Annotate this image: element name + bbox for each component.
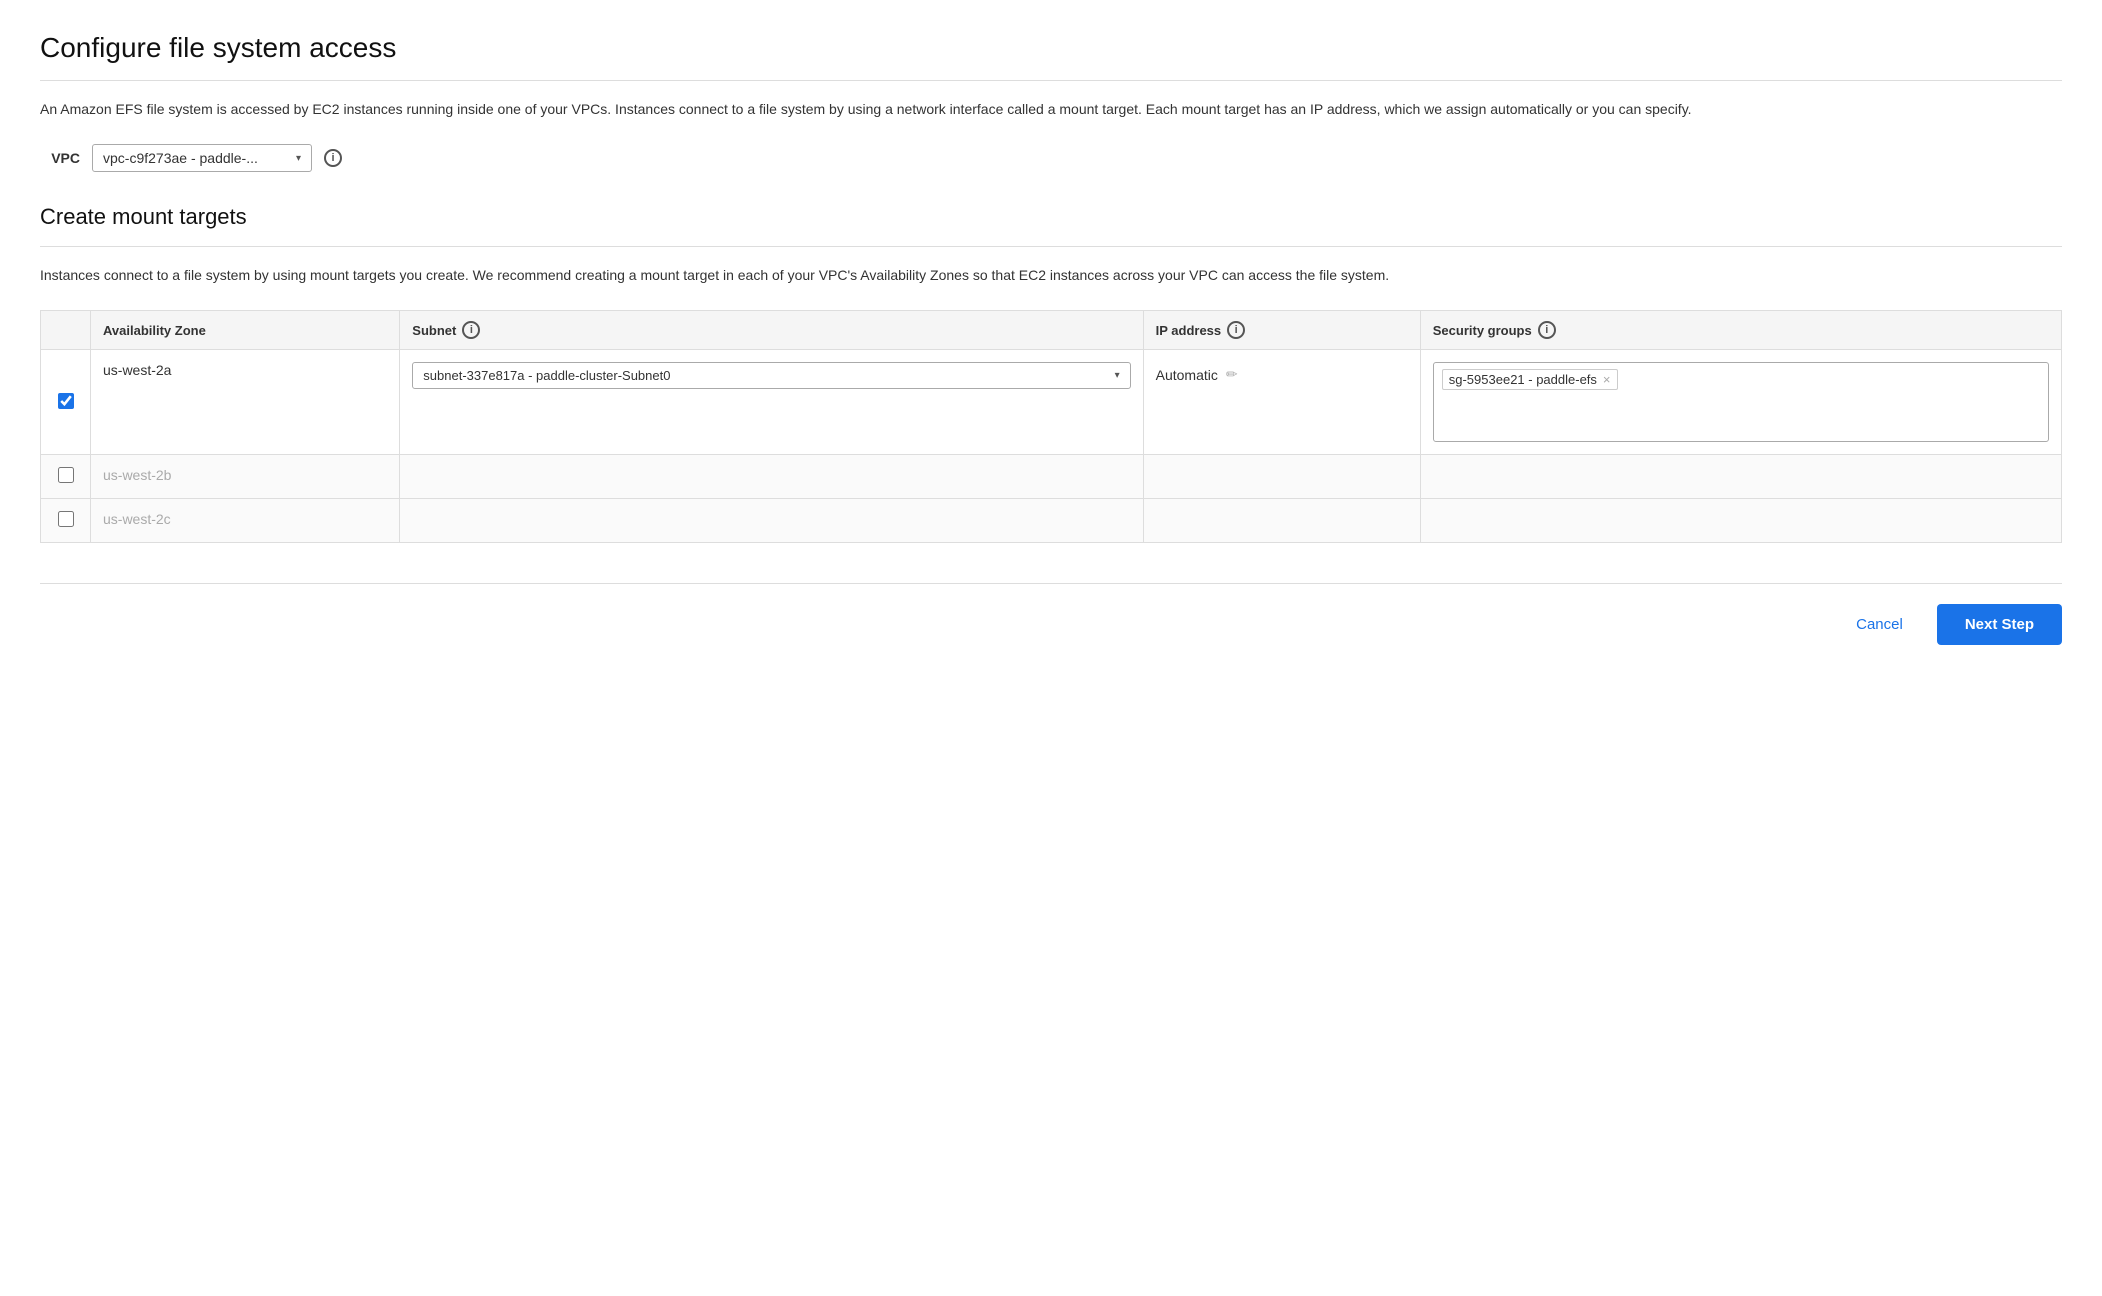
row1-az-value: us-west-2a [103,362,171,378]
row3-checkbox-cell [41,499,91,543]
row2-checkbox-cell [41,455,91,499]
row1-subnet-arrow-icon: ▾ [1115,370,1120,381]
section-description: Instances connect to a file system by us… [40,265,2062,286]
row1-ip-cell: Automatic ✏ [1143,350,1420,455]
row1-checkbox-cell [41,350,91,455]
row1-subnet-select[interactable]: subnet-337e817a - paddle-cluster-Subnet0… [412,362,1130,389]
mount-targets-table: Availability Zone Subnet i IP address i … [40,310,2062,543]
row1-subnet-cell: subnet-337e817a - paddle-cluster-Subnet0… [400,350,1143,455]
row3-sg-cell [1420,499,2061,543]
row1-az-cell: us-west-2a [91,350,400,455]
row2-az-value: us-west-2b [103,467,171,483]
row1-ip-edit-icon[interactable]: ✏ [1226,366,1238,383]
cancel-button[interactable]: Cancel [1838,606,1921,643]
col-header-az: Availability Zone [91,311,400,350]
vpc-select[interactable]: vpc-c9f273ae - paddle-... ▾ [92,144,312,172]
col-header-sg: Security groups i [1420,311,2061,350]
row3-checkbox[interactable] [58,511,74,527]
row1-checkbox[interactable] [58,393,74,409]
table-row: us-west-2a subnet-337e817a - paddle-clus… [41,350,2062,455]
page-title: Configure file system access [40,32,2062,64]
table-row: us-west-2b [41,455,2062,499]
next-step-button[interactable]: Next Step [1937,604,2062,645]
row2-az-cell: us-west-2b [91,455,400,499]
row1-sg-remove-icon[interactable]: × [1603,372,1611,387]
section-divider [40,246,2062,247]
row3-ip-cell [1143,499,1420,543]
page-description: An Amazon EFS file system is accessed by… [40,99,2062,120]
vpc-select-value: vpc-c9f273ae - paddle-... [103,150,258,166]
row3-subnet-cell [400,499,1143,543]
col-header-subnet: Subnet i [400,311,1143,350]
row1-sg-cell: sg-5953ee21 - paddle-efs × [1420,350,2061,455]
ip-info-icon[interactable]: i [1227,321,1245,339]
vpc-label: VPC [40,150,80,166]
vpc-row: VPC vpc-c9f273ae - paddle-... ▾ i [40,144,2062,172]
subnet-info-icon[interactable]: i [462,321,480,339]
row2-subnet-cell [400,455,1143,499]
row1-subnet-value: subnet-337e817a - paddle-cluster-Subnet0 [423,368,670,383]
row1-sg-tag: sg-5953ee21 - paddle-efs × [1442,369,1618,390]
row2-sg-cell [1420,455,2061,499]
col-header-ip: IP address i [1143,311,1420,350]
title-divider [40,80,2062,81]
row3-az-value: us-west-2c [103,511,171,527]
row1-ip-value: Automatic [1156,367,1218,383]
vpc-dropdown-arrow-icon: ▾ [296,153,301,164]
row1-sg-box[interactable]: sg-5953ee21 - paddle-efs × [1433,362,2049,442]
vpc-info-icon[interactable]: i [324,149,342,167]
row1-sg-value: sg-5953ee21 - paddle-efs [1449,372,1597,387]
section-title: Create mount targets [40,204,2062,230]
table-row: us-west-2c [41,499,2062,543]
row2-ip-cell [1143,455,1420,499]
row3-az-cell: us-west-2c [91,499,400,543]
row2-checkbox[interactable] [58,467,74,483]
footer-bar: Cancel Next Step [40,583,2062,645]
sg-info-icon[interactable]: i [1538,321,1556,339]
col-header-checkbox [41,311,91,350]
